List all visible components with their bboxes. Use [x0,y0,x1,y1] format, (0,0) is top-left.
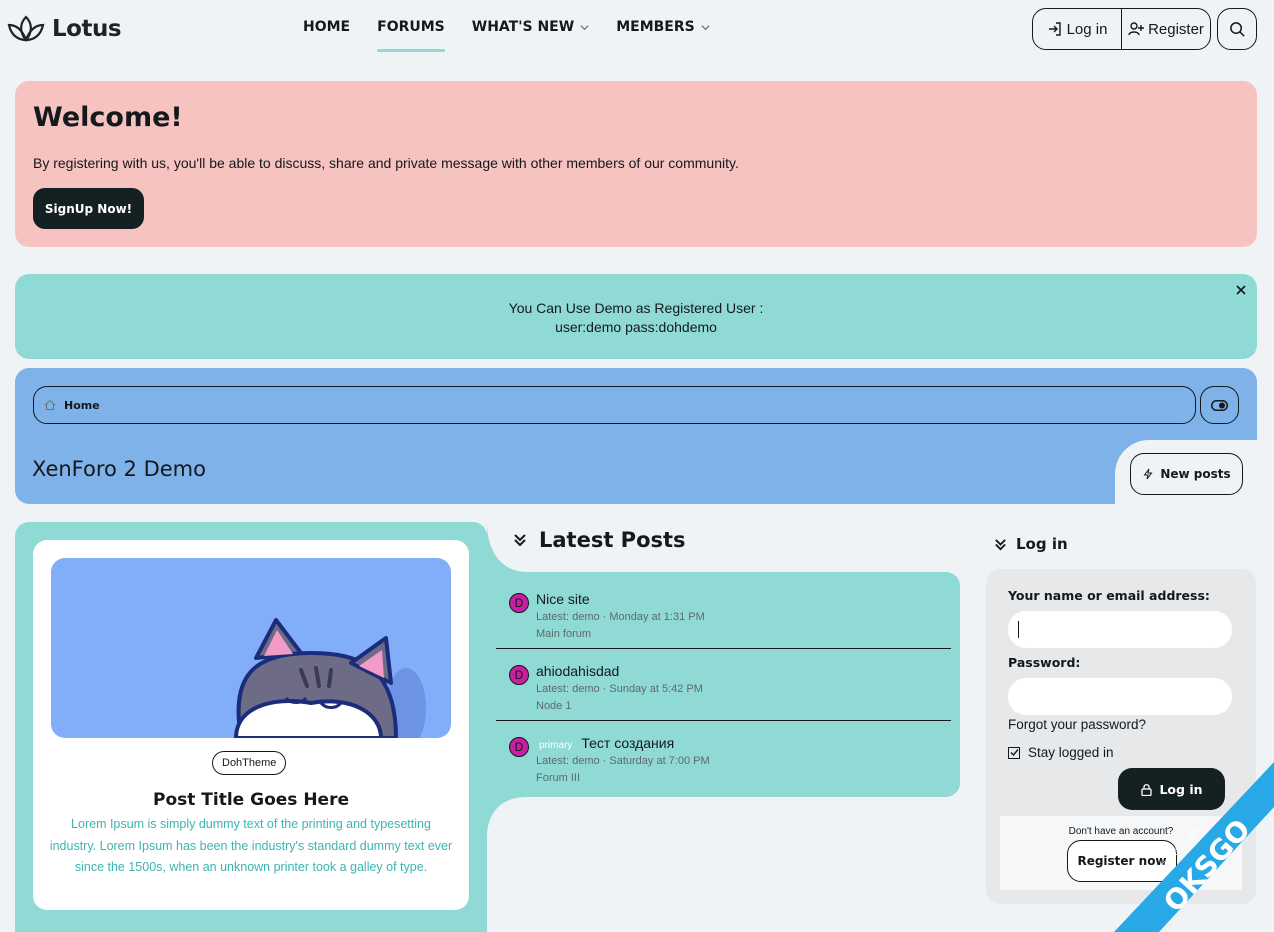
post-title-text: Nice site [536,591,590,607]
close-icon[interactable] [1235,284,1247,296]
new-posts-button[interactable]: New posts [1130,453,1243,495]
login-submit-label: Log in [1159,781,1203,797]
login-heading: Log in [994,535,1068,553]
nav-forums-label: FORUMS [377,19,445,35]
sign-in-icon [1048,22,1061,36]
style-toggle-button[interactable] [1200,386,1239,424]
latest-posts-corner-bottom [487,797,527,837]
register-now-button[interactable]: Register now [1067,840,1177,882]
list-item[interactable]: D ahiodahisdad Latest: demo · Sunday at … [496,648,951,720]
stay-label: Stay logged in [1028,745,1114,760]
logo-text: Lotus [52,16,122,42]
post-prefix[interactable]: primary [536,740,575,751]
home-icon [44,399,56,410]
breadcrumb[interactable]: Home [33,386,1196,424]
list-item[interactable]: D primary Тест создания Latest: demo · Sa… [496,720,951,792]
chevron-down-icon[interactable] [701,23,710,32]
post-meta: Latest: demo · Sunday at 5:42 PM [536,683,703,695]
post-title[interactable]: Nice site [536,591,590,607]
welcome-title: Welcome! [33,102,183,133]
latest-posts-heading: Latest Posts [512,528,686,552]
post-forum[interactable]: Main forum [536,628,591,640]
page-title: XenForo 2 Demo [32,457,206,481]
new-posts-label: New posts [1160,467,1231,481]
nav-home-label: HOME [303,19,351,35]
check-icon [1010,749,1019,757]
avatar[interactable]: D [509,593,529,613]
user-plus-icon [1128,22,1145,36]
post-title-text: ahiodahisdad [536,663,620,679]
signup-button[interactable]: SignUp Now! [33,188,144,229]
post-title-text: Тест создания [581,735,675,751]
username-label: Your name or email address: [1008,588,1210,603]
lotus-icon [7,15,45,42]
search-button[interactable] [1217,8,1257,50]
forgot-password-link[interactable]: Forgot your password? [1008,717,1146,732]
post-title[interactable]: ahiodahisdad [536,663,619,679]
double-chevron-down-icon [995,538,1006,550]
notice-line-1: You Can Use Demo as Registered User : [508,300,764,316]
toggle-icon [1211,399,1228,411]
post-forum[interactable]: Node 1 [536,700,571,712]
chevron-down-icon[interactable] [580,23,589,32]
nav-members-label: MEMBERS [616,19,695,35]
nav-members[interactable]: MEMBERS [616,19,710,35]
latest-posts-title: Latest Posts [539,528,686,552]
login-heading-text: Log in [1016,535,1068,553]
featured-card[interactable]: DohTheme Post Title Goes Here Lorem Ipsu… [33,540,469,910]
nav-whats-new-label: WHAT'S NEW [471,19,575,35]
stay-logged-in-checkbox[interactable]: Stay logged in [1008,745,1114,760]
bolt-icon [1143,468,1153,480]
checkbox[interactable] [1008,746,1020,759]
nav-whats-new[interactable]: WHAT'S NEW [472,19,589,35]
password-input[interactable] [1008,678,1232,715]
nav-forums[interactable]: FORUMS [377,19,445,52]
search-icon [1229,21,1245,37]
main-nav: HOME FORUMS WHAT'S NEW MEMBERS [303,19,710,52]
login-form: Your name or email address: Password: Fo… [986,569,1256,904]
login-label: Log in [1066,20,1108,38]
register-footer: Don't have an account? Register now [1000,816,1242,890]
register-label: Register [1148,20,1204,38]
no-account-text: Don't have an account? [1068,826,1174,837]
card-text: Lorem Ipsum is simply dummy text of the … [49,817,453,874]
username-input[interactable] [1008,611,1232,648]
register-button[interactable]: Register [1121,9,1210,49]
post-title[interactable]: primary Тест создания [536,735,674,751]
list-item[interactable]: D Nice site Latest: demo · Monday at 1:3… [496,577,951,649]
double-chevron-down-icon [514,534,526,547]
card-tag[interactable]: DohTheme [212,751,287,775]
post-meta: Latest: demo · Monday at 1:31 PM [536,611,705,623]
cat-illustration [233,618,426,738]
notice-line-2: user:demo pass:dohdemo [555,319,717,335]
site-header: Lotus HOME FORUMS WHAT'S NEW MEMBERS Log… [0,0,1274,60]
auth-buttons: Log in Register [1032,8,1211,50]
text-caret [1018,621,1019,638]
avatar[interactable]: D [509,665,529,685]
logo[interactable]: Lotus [6,14,122,44]
card-image[interactable] [51,558,451,738]
demo-notice: You Can Use Demo as Registered User : us… [15,274,1257,359]
post-meta: Latest: demo · Saturday at 7:00 PM [536,755,710,767]
login-button[interactable]: Log in [1033,9,1121,49]
password-label: Password: [1008,655,1081,670]
post-forum[interactable]: Forum III [536,772,580,784]
breadcrumb-home[interactable]: Home [64,399,100,412]
avatar[interactable]: D [509,737,529,757]
welcome-text: By registering with us, you'll be able t… [33,155,739,171]
lock-icon [1141,783,1153,796]
page-header: Home XenForo 2 Demo [15,368,1257,504]
welcome-banner: Welcome! By registering with us, you'll … [15,81,1257,247]
card-title[interactable]: Post Title Goes Here [33,790,469,810]
login-submit-button[interactable]: Log in [1118,768,1225,810]
nav-home[interactable]: HOME [303,19,350,35]
